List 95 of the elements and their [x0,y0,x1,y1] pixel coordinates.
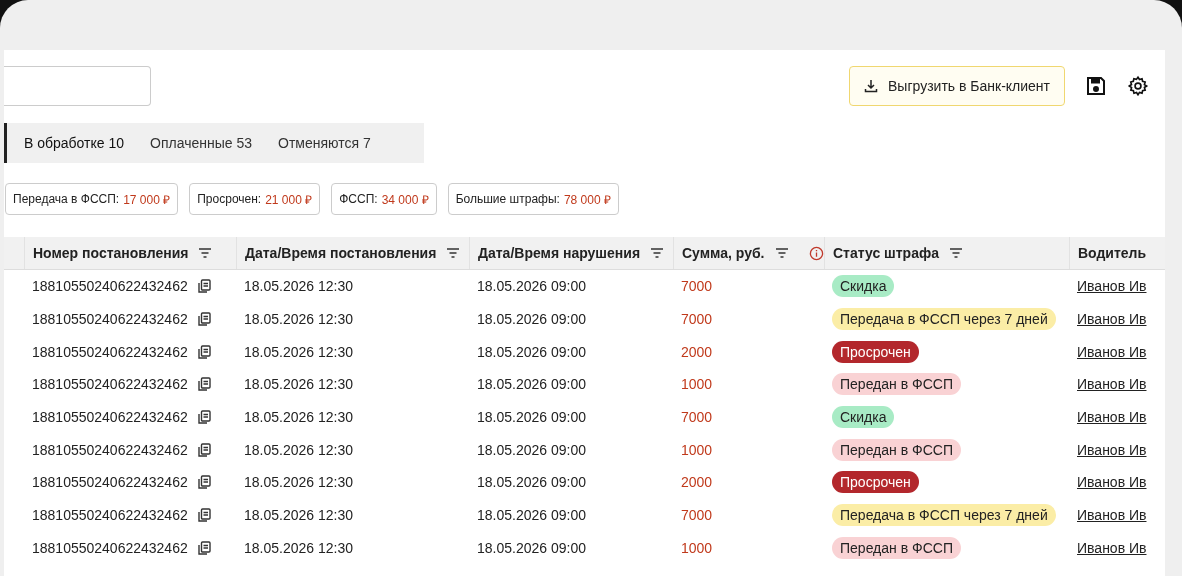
driver-link[interactable]: Иванов Ив [1077,376,1147,393]
copy-icon[interactable] [197,442,211,457]
chip-label: Большие штрафы: [455,192,560,206]
summary-chip[interactable]: ФССП: 34 000 ₽ [331,183,437,215]
status-badge: Передан в ФССП [832,536,961,559]
table-cell: 18810550240622432462 [32,278,188,295]
column-header: Дата/Время нарушения [478,245,641,261]
table-cell: 18.05.2026 09:00 [477,278,586,295]
driver-link[interactable]: Иванов Ив [1077,474,1147,491]
copy-icon[interactable] [197,410,211,425]
table-cell: 18.05.2026 09:00 [477,311,586,328]
copy-icon[interactable] [197,344,211,359]
export-button[interactable]: Выгрузить в Банк-клиент [849,66,1065,106]
column-header: Дата/Время постановления [245,245,437,261]
driver-link[interactable]: Иванов Ив [1077,311,1147,328]
table-cell: 7000 [681,507,713,524]
table-cell: 7000 [681,311,713,328]
status-badge: Передача в ФССП через 7 дней [832,308,1056,331]
copy-icon[interactable] [197,312,211,327]
chip-amount: 34 000 ₽ [381,191,429,208]
table-cell: 18.05.2026 12:30 [244,409,353,426]
table-cell: 18810550240622432462 [32,539,188,556]
table-cell: 18.05.2026 09:00 [477,507,586,524]
table-cell: 18.05.2026 12:30 [244,278,353,295]
table-cell: 18.05.2026 09:00 [477,343,586,360]
table-cell: 18810550240622432462 [32,507,188,524]
filter-icon[interactable] [650,247,665,259]
summary-chip[interactable]: Большие штрафы: 78 000 ₽ [447,183,619,215]
status-badge: Передача в ФССП через 7 дней [832,504,1056,527]
table-cell: 18810550240622432462 [32,311,188,328]
table-cell: 18810550240622432462 [32,441,188,458]
table-cell: 18.05.2026 09:00 [477,376,586,393]
status-badge: Скидка [832,406,895,429]
status-tab[interactable]: Отменяются 7 [265,123,384,163]
status-badge: Просрочен [832,340,919,363]
table-cell: 2000 [681,474,713,491]
chip-label: ФССП: [339,192,378,206]
column-header: Сумма, руб. [682,245,765,261]
table-cell: 18.05.2026 12:30 [244,539,353,556]
chip-amount: 21 000 ₽ [265,191,313,208]
table-cell: 18.05.2026 09:00 [477,441,586,458]
table-cell: 18.05.2026 09:00 [477,409,586,426]
filter-icon[interactable] [774,247,789,259]
table-cell: 18.05.2026 09:00 [477,474,586,491]
filter-icon[interactable] [198,247,213,259]
copy-icon[interactable] [197,279,211,294]
save-icon[interactable] [1085,75,1107,97]
table-cell: 18.05.2026 12:30 [244,474,353,491]
copy-icon[interactable] [197,377,211,392]
table-cell: 18.05.2026 12:30 [244,441,353,458]
status-badge: Просрочен [832,471,919,494]
filter-icon[interactable] [949,247,963,259]
status-tab[interactable]: В обработке 10 [11,123,138,163]
table-cell: 18810550240622432462 [32,409,188,426]
column-header: Статус штрафа [833,245,939,261]
table-cell: 18.05.2026 09:00 [477,539,586,556]
chip-amount: 17 000 ₽ [123,191,171,208]
table-cell: 1000 [681,376,713,393]
table-cell: 18.05.2026 12:30 [244,311,353,328]
table-cell: 18.05.2026 12:30 [244,376,353,393]
status-tab[interactable]: Оплаченные 53 [137,123,266,163]
chip-amount: 78 000 ₽ [563,191,611,208]
driver-link[interactable]: Иванов Ив [1077,278,1147,295]
column-header: Водитель [1078,245,1147,261]
table-cell: 7000 [681,278,713,295]
settings-icon[interactable] [1127,75,1149,97]
chip-label: Передача в ФССП: [13,192,120,206]
table-cell: 7000 [681,409,713,426]
driver-link[interactable]: Иванов Ив [1077,409,1147,426]
status-badge: Скидка [832,275,895,298]
driver-link[interactable]: Иванов Ив [1077,441,1147,458]
search-field[interactable] [4,66,151,106]
summary-chip[interactable]: Просрочен: 21 000 ₽ [189,183,321,215]
table-cell: 1000 [681,539,713,556]
status-badge: Передан в ФССП [832,438,961,461]
table-cell: 2000 [681,343,713,360]
driver-link[interactable]: Иванов Ив [1077,507,1147,524]
table-cell: 18.05.2026 12:30 [244,343,353,360]
copy-icon[interactable] [197,540,211,555]
column-header: Номер постановления [33,245,189,261]
table-cell: 18810550240622432462 [32,376,188,393]
status-badge: Передан в ФССП [832,373,961,396]
filter-icon[interactable] [446,247,461,259]
driver-link[interactable]: Иванов Ив [1077,539,1147,556]
copy-icon[interactable] [197,508,211,523]
chip-label: Просрочен: [197,192,262,206]
table-cell: 18810550240622432462 [32,474,188,491]
summary-chip[interactable]: Передача в ФССП: 17 000 ₽ [5,183,179,215]
download-icon [864,79,878,93]
table-cell: 18810550240622432462 [32,343,188,360]
table-cell: 18.05.2026 12:30 [244,507,353,524]
info-icon[interactable] [808,245,824,261]
driver-link[interactable]: Иванов Ив [1077,343,1147,360]
table-cell: 1000 [681,441,713,458]
copy-icon[interactable] [197,475,211,490]
